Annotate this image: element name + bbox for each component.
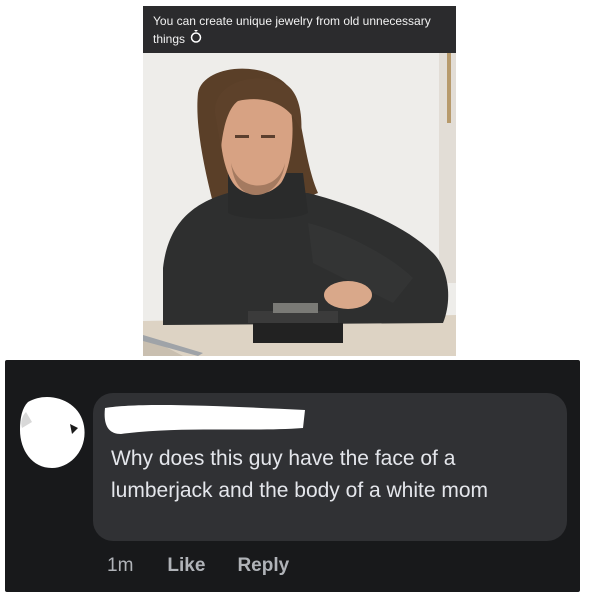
comment-actions: 1m Like Reply (107, 552, 289, 580)
post-card: You can create unique jewelry from old u… (143, 6, 456, 356)
comment-timestamp: 1m (107, 555, 134, 576)
comment-panel: Why does this guy have the face of a lum… (5, 360, 580, 592)
comment-text: Why does this guy have the face of a lum… (111, 447, 489, 502)
post-caption-bar: You can create unique jewelry from old u… (143, 6, 456, 53)
ring-icon (190, 29, 202, 47)
reply-button[interactable]: Reply (237, 552, 289, 580)
post-photo[interactable] (143, 53, 456, 356)
avatar[interactable] (18, 392, 88, 470)
like-button[interactable]: Like (167, 552, 205, 580)
commenter-name-redacted (101, 400, 309, 436)
